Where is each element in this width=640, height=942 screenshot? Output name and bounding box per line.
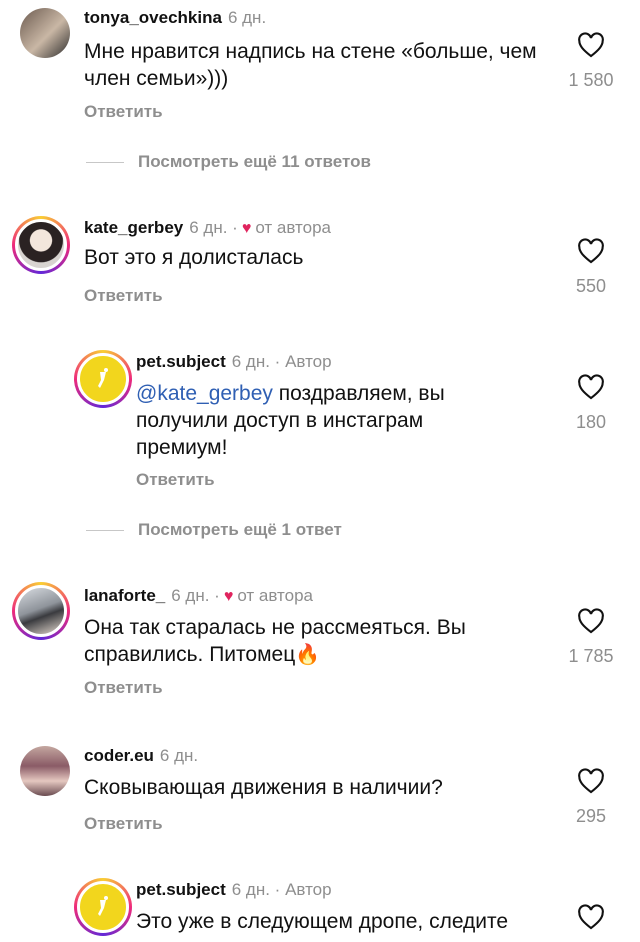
comment-body: Она так старалась не рассмеяться. Вы спр… — [84, 616, 466, 666]
fire-emoji: 🔥 — [295, 644, 321, 666]
heart-filled-icon: ♥ — [223, 588, 234, 605]
comment-text: Она так старалась не рассмеяться. Вы спр… — [84, 614, 524, 669]
timestamp: 6 дн. · — [171, 586, 220, 605]
avatar[interactable] — [74, 350, 132, 408]
comment-text: Вот это я долисталась — [84, 246, 304, 269]
heart-outline-icon[interactable] — [577, 374, 605, 400]
comment-text: Мне нравится надпись на стене «больше, ч… — [84, 40, 537, 90]
comment-meta: pet.subject 6 дн. · Автор — [136, 352, 332, 372]
reply-button[interactable]: Ответить — [84, 678, 163, 698]
comment-meta: coder.eu 6 дн. — [84, 746, 198, 766]
reply-button[interactable]: Ответить — [136, 470, 215, 490]
like-button[interactable]: 180 — [566, 374, 616, 433]
timestamp: 6 дн. · Автор — [231, 880, 332, 899]
comment-meta: kate_gerbey 6 дн. · ♥ от автора — [84, 218, 331, 238]
comment-text: Сковывающая движения в наличии? — [84, 776, 443, 799]
brand-logo-icon — [98, 368, 108, 388]
comment-item: lanaforte_ 6 дн. · ♥ от автора Она так стар… — [0, 578, 640, 708]
comment-item: tonya_ovechkina 6 дн. Мне нравится надпис… — [0, 0, 640, 140]
heart-outline-icon[interactable] — [577, 608, 605, 634]
reply-button[interactable]: Ответить — [84, 286, 163, 306]
heart-outline-icon[interactable] — [577, 904, 605, 930]
comment-meta: tonya_ovechkina 6 дн. — [84, 8, 266, 28]
like-count: 550 — [575, 276, 607, 296]
username[interactable]: kate_gerbey — [84, 218, 183, 237]
divider-line — [86, 530, 124, 532]
like-count: 295 — [575, 806, 607, 826]
username[interactable]: pet.subject — [136, 352, 226, 371]
author-like-badge: от автора — [237, 586, 314, 605]
heart-outline-icon[interactable] — [577, 32, 605, 58]
view-more-label[interactable]: Посмотреть ещё 1 ответ — [138, 520, 342, 539]
like-count: 180 — [575, 412, 607, 432]
username[interactable]: lanaforte_ — [84, 586, 165, 605]
comment-text: @kate_gerbey поздравляем, вы получили до… — [136, 380, 506, 461]
reply-button[interactable]: Ответить — [84, 102, 163, 122]
username[interactable]: pet.subject — [136, 880, 226, 899]
like-button[interactable]: 295 — [566, 768, 616, 827]
username[interactable]: coder.eu — [84, 746, 154, 765]
divider-line — [86, 162, 124, 164]
like-count: 1 785 — [568, 646, 614, 666]
like-button[interactable]: 1 580 — [566, 32, 616, 91]
reply-button[interactable]: Ответить — [84, 814, 163, 834]
username[interactable]: tonya_ovechkina — [84, 8, 222, 27]
comment-text: Это уже в следующем дропе, следите — [136, 910, 509, 933]
like-button[interactable] — [566, 904, 616, 930]
avatar[interactable] — [12, 582, 70, 640]
heart-filled-icon: ♥ — [241, 220, 252, 237]
view-more-replies[interactable]: Посмотреть ещё 1 ответ — [86, 520, 342, 540]
like-count: 1 580 — [568, 70, 614, 90]
comment-item: pet.subject 6 дн. · Автор Это уже в следу… — [0, 876, 640, 942]
avatar[interactable] — [20, 746, 70, 796]
avatar[interactable] — [74, 878, 132, 936]
view-more-label[interactable]: Посмотреть ещё 11 ответов — [138, 152, 371, 171]
avatar[interactable] — [20, 8, 70, 58]
avatar[interactable] — [12, 216, 70, 274]
comment-item: coder.eu 6 дн. Сковывающая движения в нал… — [0, 740, 640, 850]
timestamp: 6 дн. · Автор — [231, 352, 332, 371]
author-like-badge: от автора — [255, 218, 331, 237]
timestamp: 6 дн. — [159, 746, 199, 765]
mention-link[interactable]: @kate_gerbey — [136, 382, 273, 405]
brand-logo-icon — [98, 896, 108, 916]
comment-item: pet.subject 6 дн. · Автор @kate_gerbey по… — [0, 346, 640, 506]
like-button[interactable]: 550 — [566, 238, 616, 297]
view-more-replies[interactable]: Посмотреть ещё 11 ответов — [86, 152, 371, 172]
comment-meta: pet.subject 6 дн. · Автор — [136, 880, 332, 900]
heart-outline-icon[interactable] — [577, 238, 605, 264]
comment-meta: lanaforte_ 6 дн. · ♥ от автора — [84, 586, 313, 606]
heart-outline-icon[interactable] — [577, 768, 605, 794]
timestamp: 6 дн. · — [189, 218, 238, 237]
comment-item: kate_gerbey 6 дн. · ♥ от автора Вот это я д… — [0, 210, 640, 320]
like-button[interactable]: 1 785 — [566, 608, 616, 667]
timestamp: 6 дн. — [227, 8, 267, 27]
